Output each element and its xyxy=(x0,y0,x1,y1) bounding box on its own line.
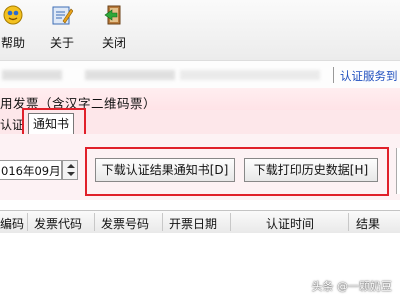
column-divider xyxy=(162,213,163,231)
tab-auth[interactable]: 认证 xyxy=(0,116,24,133)
divider xyxy=(333,67,334,83)
info-bar: 认证服务到 xyxy=(0,60,400,90)
help-label: 帮助 xyxy=(0,36,25,50)
help-icon xyxy=(3,5,23,25)
column-divider xyxy=(230,213,231,231)
about-icon xyxy=(52,6,73,25)
month-spinner[interactable] xyxy=(62,160,78,180)
close-icon xyxy=(104,5,121,25)
column-header[interactable]: 结果 xyxy=(356,215,380,232)
blurred-text xyxy=(85,70,175,80)
column-divider xyxy=(27,213,28,231)
column-header[interactable]: 开票日期 xyxy=(169,215,217,232)
download-history-button[interactable]: 下载打印历史数据[H] xyxy=(244,158,378,182)
close-label: 关闭 xyxy=(101,36,126,50)
column-header[interactable]: 编码 xyxy=(0,215,24,232)
watermark: 头条 @一颗奶豆 xyxy=(311,280,393,293)
toolbar: 帮助 关于 关闭 xyxy=(0,0,400,60)
blurred-text xyxy=(180,70,320,80)
spinner-down-icon[interactable] xyxy=(67,172,75,176)
table-header: 编码 发票代码 发票号码 开票日期 认证时间 结果 xyxy=(0,210,400,234)
subtitle-band: 用发票（含汉字二维码票） xyxy=(0,88,400,111)
panel-edge xyxy=(396,148,400,194)
column-header[interactable]: 发票号码 xyxy=(101,215,149,232)
column-header[interactable]: 认证时间 xyxy=(266,215,314,232)
month-input[interactable]: 016年09月 xyxy=(0,160,62,180)
spinner-up-icon[interactable] xyxy=(67,164,75,168)
blurred-text xyxy=(2,70,62,80)
service-link[interactable]: 认证服务到 xyxy=(340,68,398,84)
download-notice-button[interactable]: 下载认证结果通知书[D] xyxy=(95,158,235,182)
column-divider xyxy=(94,213,95,231)
column-divider xyxy=(348,213,349,231)
about-button[interactable]: 关于 xyxy=(45,4,79,51)
column-header[interactable]: 发票代码 xyxy=(34,215,82,232)
help-button[interactable]: 帮助 xyxy=(0,4,30,51)
about-label: 关于 xyxy=(49,36,74,50)
close-button[interactable]: 关闭 xyxy=(97,4,131,51)
